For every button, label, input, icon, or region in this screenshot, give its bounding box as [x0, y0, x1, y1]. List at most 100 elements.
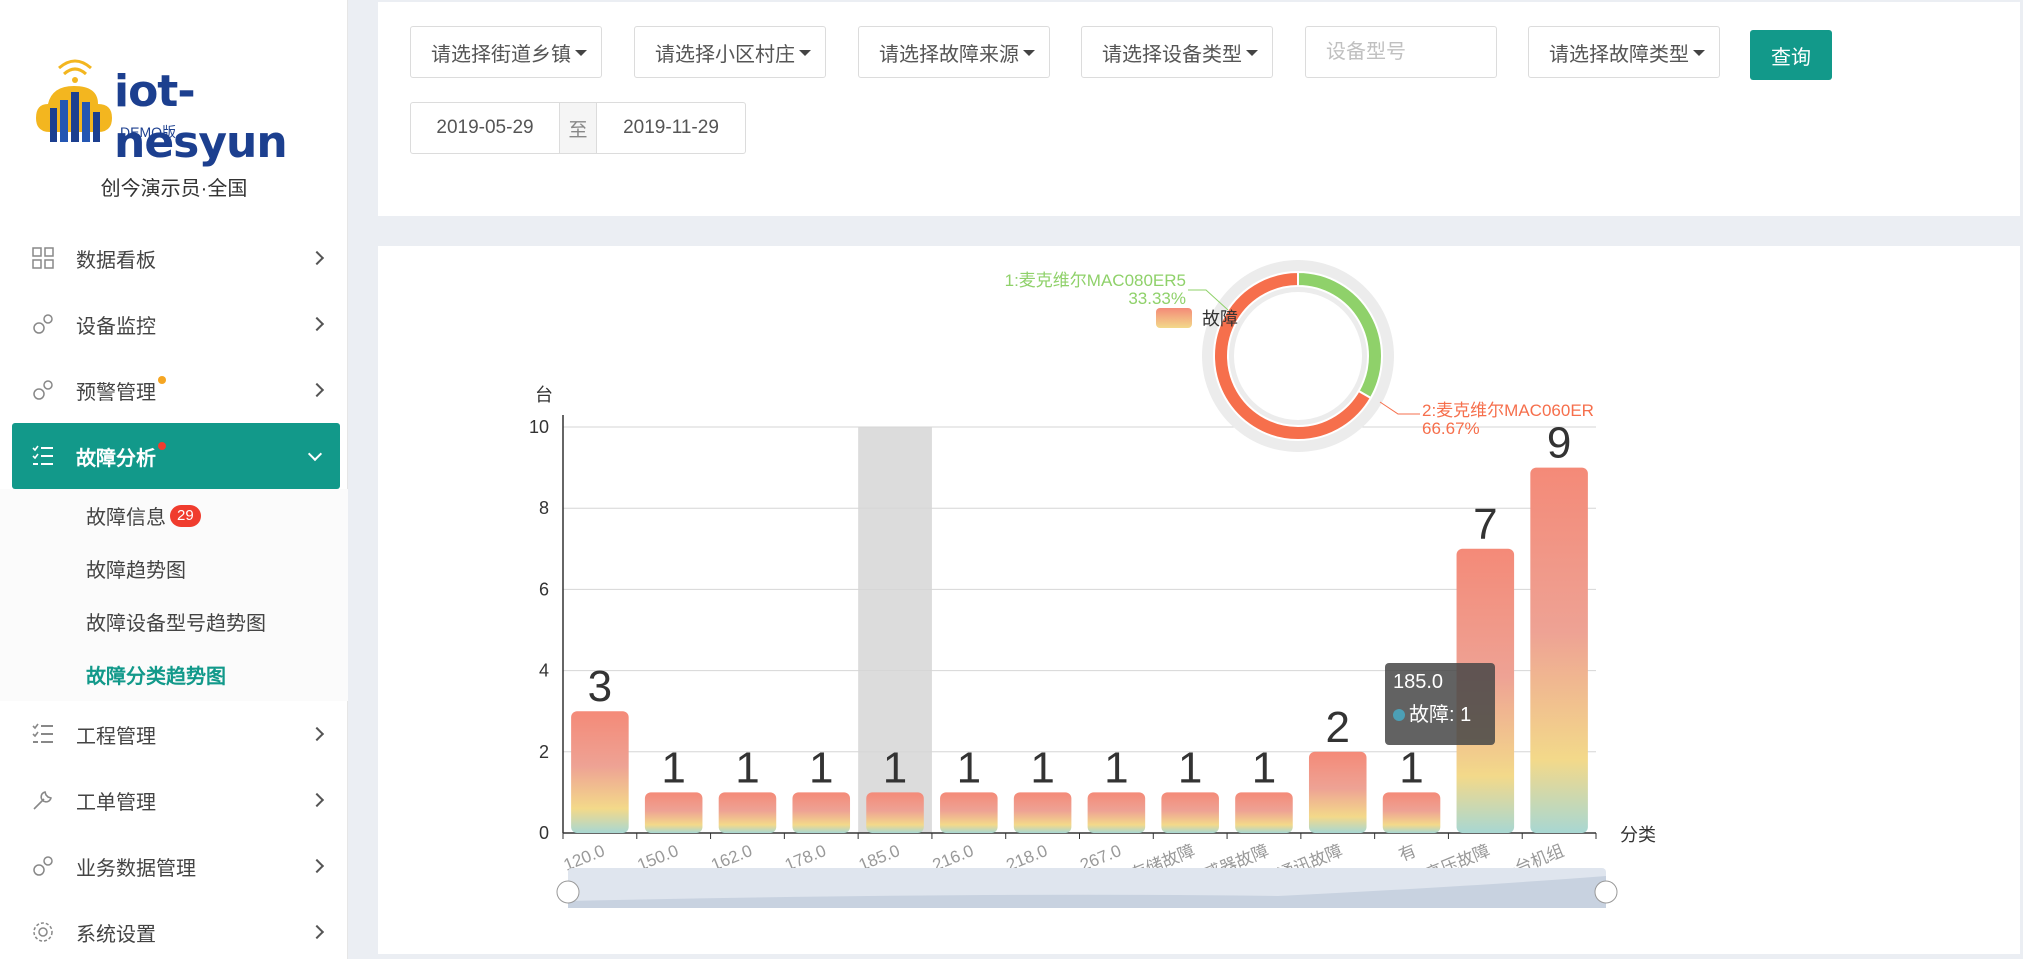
wrench-icon: [30, 787, 56, 813]
fault-type-select-value: 请选择故障类型: [1549, 43, 1689, 66]
submenu-item-label: 故障趋势图: [86, 560, 186, 582]
donut-label-percent: 66.67%: [1422, 419, 1480, 438]
x-axis-label: 分类: [1620, 825, 1656, 845]
x-tick-label: 有: [1396, 841, 1419, 865]
fault-source-select-value: 请选择故障来源: [879, 43, 1019, 66]
bar: [940, 792, 998, 833]
logo: iot-nesyun DEMO版: [34, 56, 334, 168]
chart-tooltip: 185.0 故障: 1: [1385, 663, 1495, 745]
menu-item-work-order[interactable]: 工单管理: [0, 767, 348, 833]
menu-item-label: 数据看板: [76, 249, 156, 272]
bar-value-label: 1: [1252, 743, 1276, 792]
submenu-item-fault-info[interactable]: 故障信息 29: [0, 489, 348, 542]
tooltip-series-dot: [1393, 709, 1405, 721]
chevron-right-icon: [309, 250, 325, 266]
tooltip-series: 故障: [1409, 704, 1449, 726]
donut-label-name: 2:麦克维尔MAC060ER: [1422, 401, 1594, 420]
logo-demo-label: DEMO版: [120, 124, 176, 140]
menu-item-fault-analysis[interactable]: 故障分析: [12, 423, 340, 489]
chevron-right-icon: [309, 792, 325, 808]
bar-value-label: 1: [735, 743, 759, 792]
chevron-down-icon: [307, 446, 323, 462]
tooltip-row: 故障: 1: [1393, 698, 1487, 727]
bar-value-label: 1: [883, 743, 907, 792]
bar-value-label: 1: [1399, 743, 1423, 792]
submenu-item-label: 故障分类趋势图: [86, 666, 226, 688]
fault-analysis-submenu: 故障信息 29 故障趋势图 故障设备型号趋势图 故障分类趋势图: [0, 489, 348, 701]
gears-icon: [30, 377, 56, 403]
menu-item-dashboard[interactable]: 数据看板: [0, 225, 348, 291]
y-tick-label: 6: [539, 579, 549, 599]
y-tick-label: 10: [529, 417, 549, 437]
bar-value-label: 1: [1178, 743, 1202, 792]
bar-value-label: 1: [1030, 743, 1054, 792]
community-select-value: 请选择小区村庄: [655, 43, 795, 66]
date-range-picker: 2019-05-29 至 2019-11-29: [410, 102, 746, 154]
menu-item-project-management[interactable]: 工程管理: [0, 701, 348, 767]
donut-hole: [1234, 292, 1362, 420]
street-select[interactable]: 请选择街道乡镇: [410, 26, 602, 78]
date-separator: 至: [559, 103, 597, 153]
gears-icon: [30, 853, 56, 879]
tooltip-value: 1: [1460, 704, 1472, 726]
community-select[interactable]: 请选择小区村庄: [634, 26, 826, 78]
submenu-item-fault-trend[interactable]: 故障趋势图: [0, 542, 348, 595]
fault-type-select[interactable]: 请选择故障类型: [1528, 26, 1720, 78]
bar: [1161, 792, 1219, 833]
filter-panel: 请选择街道乡镇 请选择小区村庄 请选择故障来源 请选择设备类型 请选择故障类型 …: [378, 2, 2020, 216]
menu-item-system-settings[interactable]: 系统设置: [0, 899, 348, 959]
user-name: 创今演示员·全国: [100, 178, 248, 200]
bar: [718, 792, 777, 833]
logo-cloud-icon: [36, 59, 112, 142]
y-tick-label: 8: [539, 498, 549, 518]
date-from-input[interactable]: 2019-05-29: [411, 103, 559, 153]
submenu-item-label: 故障信息: [86, 507, 166, 529]
device-type-select[interactable]: 请选择设备类型: [1081, 26, 1273, 78]
zoom-handle-left[interactable]: [556, 880, 580, 904]
bar-value-label: 1: [661, 743, 685, 792]
app-root: iot-nesyun DEMO版 创今演示员·全国 数据看板 设备监控 预警管理…: [0, 0, 2023, 959]
bar: [571, 711, 629, 833]
submenu-item-model-trend[interactable]: 故障设备型号趋势图: [0, 595, 348, 648]
chevron-right-icon: [309, 316, 325, 332]
bar-value-label: 7: [1473, 500, 1497, 549]
submenu-item-category-trend[interactable]: 故障分类趋势图: [0, 648, 348, 701]
menu-item-label: 工程管理: [76, 725, 156, 748]
caret-down-icon: [1693, 50, 1705, 56]
menu-item-alert-management[interactable]: 预警管理: [0, 357, 348, 423]
y-tick-label: 0: [539, 823, 549, 843]
zoom-handle-right[interactable]: [1594, 880, 1618, 904]
bar-value-label: 1: [809, 743, 833, 792]
menu-item-business-data[interactable]: 业务数据管理: [0, 833, 348, 899]
bar: [1308, 751, 1367, 833]
bar-value-label: 3: [588, 662, 612, 711]
caret-down-icon: [799, 50, 811, 56]
y-tick-label: 2: [539, 742, 549, 762]
query-button[interactable]: 查询: [1750, 30, 1832, 80]
bar: [1087, 792, 1146, 833]
bar: [1382, 792, 1441, 833]
bar: [866, 792, 924, 833]
list-check-icon: [30, 721, 56, 747]
menu-item-label: 预警管理: [76, 381, 156, 404]
notification-dot: [158, 376, 166, 384]
main-menu: 数据看板 设备监控 预警管理 故障分析 故障信息 29 故障趋势图 故障设备型号…: [0, 225, 348, 959]
menu-item-label: 设备监控: [76, 315, 156, 338]
chevron-right-icon: [309, 726, 325, 742]
menu-item-label: 业务数据管理: [76, 857, 196, 880]
menu-item-device-monitor[interactable]: 设备监控: [0, 291, 348, 357]
chevron-right-icon: [309, 924, 325, 940]
caret-down-icon: [1246, 50, 1258, 56]
bar: [792, 792, 851, 833]
device-model-input[interactable]: [1305, 26, 1497, 78]
notification-dot: [158, 442, 166, 450]
donut-label-percent: 33.33%: [1128, 289, 1186, 308]
date-to-input[interactable]: 2019-11-29: [597, 103, 745, 153]
menu-item-label: 工单管理: [76, 791, 156, 814]
dashboard-grid-icon: [30, 245, 56, 271]
submenu-item-label: 故障设备型号趋势图: [86, 613, 266, 635]
caret-down-icon: [575, 50, 587, 56]
count-badge: 29: [170, 504, 201, 527]
caret-down-icon: [1023, 50, 1035, 56]
fault-source-select[interactable]: 请选择故障来源: [858, 26, 1050, 78]
